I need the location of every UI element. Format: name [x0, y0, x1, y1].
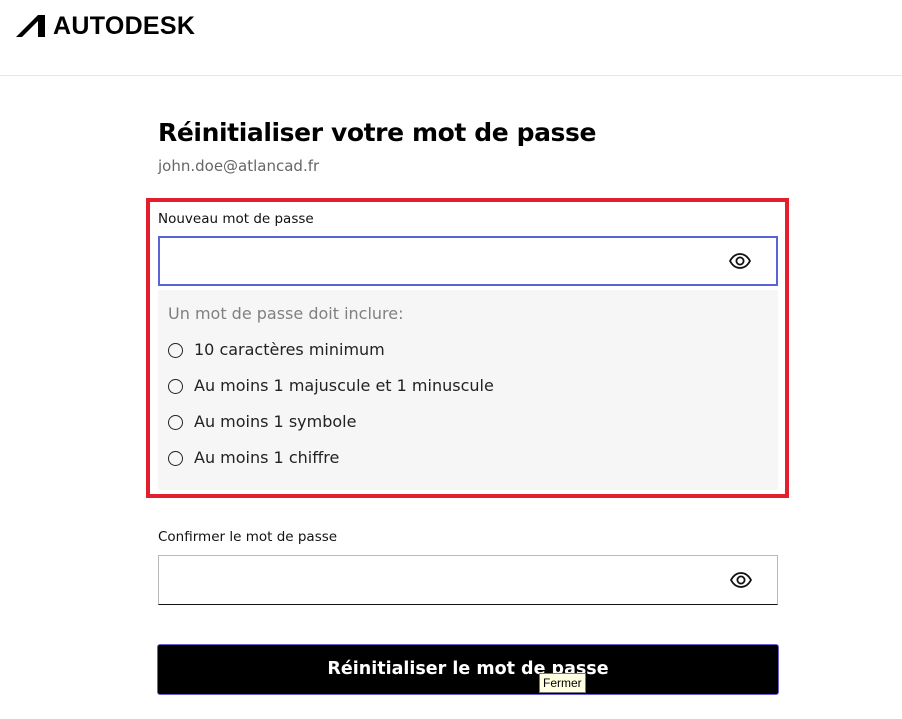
- autodesk-logo-icon: [16, 15, 45, 37]
- account-email: john.doe@atlancad.fr: [158, 157, 320, 175]
- close-tooltip: Fermer: [539, 673, 586, 693]
- top-header: AUTODESK: [0, 0, 902, 76]
- brand-name: AUTODESK: [53, 12, 196, 40]
- reset-password-button[interactable]: Réinitialiser le mot de passe: [157, 644, 779, 695]
- confirm-password-label: Confirmer le mot de passe: [158, 529, 338, 545]
- confirm-password-field-wrapper: [158, 555, 778, 605]
- highlight-box: [146, 198, 789, 498]
- page-title: Réinitialiser votre mot de passe: [158, 118, 597, 147]
- autodesk-logo[interactable]: AUTODESK: [16, 13, 195, 39]
- eye-icon[interactable]: [729, 568, 753, 592]
- confirm-password-input[interactable]: [159, 556, 699, 604]
